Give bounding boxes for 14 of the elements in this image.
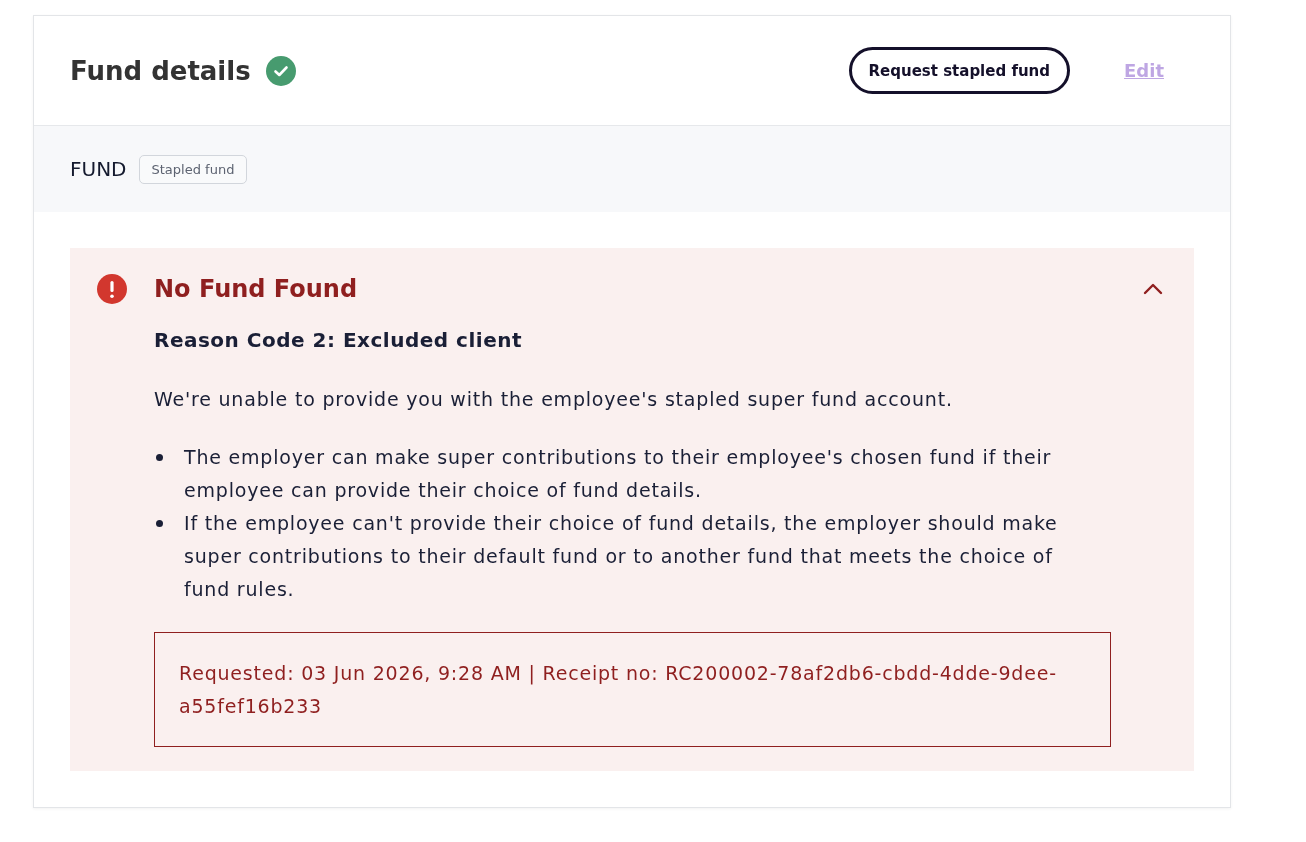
- bullet-icon: [156, 520, 163, 527]
- reason-code: Reason Code 2: Excluded client: [154, 327, 524, 354]
- alert-message: We're unable to provide you with the employee's stapled super fund account.: [154, 387, 954, 412]
- bullet-text: The employer can make super contributions to their employee's chosen fund if their employee can provide their choice of fund details.: [184, 445, 1053, 503]
- fund-tag: Stapled fund: [138, 154, 248, 184]
- bullet-text: If the employee can't provide their choice of fund details, the employer should make super contributions to their default fund or to another fund that meets the choice of fund rules.: [184, 511, 1059, 602]
- bullet-icon: [156, 454, 163, 461]
- receipt-info: Requested: 03 Jun 2026, 9:28 AM | Receipt no: RC200002-78af2db6-cbdd-4dde-9dee-a55fef16b233: [154, 632, 1111, 747]
- request-stapled-fund-button[interactable]: Request stapled fund: [848, 47, 1071, 94]
- alert-title: No Fund Found: [154, 274, 359, 305]
- exclamation-icon: [97, 274, 127, 304]
- card-title: Fund details: [70, 54, 251, 88]
- fund-label: FUND: [70, 157, 127, 181]
- chevron-up-icon[interactable]: [1143, 283, 1163, 295]
